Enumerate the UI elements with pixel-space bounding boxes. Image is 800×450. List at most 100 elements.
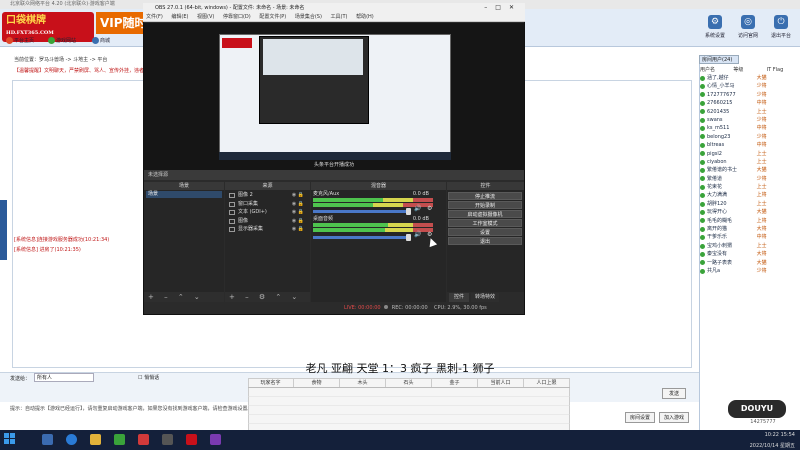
tab-controls[interactable]: 控件 [449, 293, 469, 302]
column-header[interactable]: IT Flag [767, 66, 800, 74]
eye-icon[interactable]: ◉ 🔒 [292, 191, 304, 200]
taskbar-app-icon[interactable] [186, 434, 197, 445]
eye-icon[interactable]: ◉ 🔒 [292, 217, 304, 226]
settings-button[interactable]: 设置 [448, 228, 522, 236]
scenes-toolbar[interactable]: + – ⌃ ⌄ [144, 292, 224, 302]
sources-toolbar[interactable]: + – ⚙ ⌃ ⌄ [225, 292, 310, 302]
menu-edit[interactable]: 编辑(E) [171, 14, 188, 20]
join-game-button[interactable]: 加入游戏 [659, 412, 689, 423]
volume-slider-knob[interactable] [406, 234, 411, 241]
speaker-icon[interactable]: 🔊 [414, 205, 421, 212]
windows-start-icon[interactable] [4, 433, 16, 445]
obs-icon[interactable] [162, 434, 173, 445]
user-name: 6201435 [707, 108, 730, 115]
system-settings-button[interactable]: ⚙ 系统设置 [700, 12, 730, 44]
volume-slider[interactable] [313, 236, 409, 239]
user-list-item[interactable]: 花束花 上士 [700, 183, 800, 191]
exit-button[interactable]: 退出 [448, 237, 522, 245]
user-list-item[interactable]: ciyabon 上士 [700, 158, 800, 166]
speaker-icon[interactable]: 🔊 [414, 231, 421, 238]
volume-slider-knob[interactable] [406, 208, 411, 215]
user-list-item[interactable]: 共凡a 少将 [700, 267, 800, 275]
stop-streaming-button[interactable]: 停止推流 [448, 192, 522, 200]
nav-games[interactable]: 游戏网站 [48, 36, 76, 46]
tab-room-users[interactable]: 房间用户(24) [699, 55, 739, 64]
user-list-item[interactable]: 27660215 中将 [700, 99, 800, 107]
exit-platform-button[interactable]: ⏻ 退出平台 [766, 12, 796, 44]
menu-tools[interactable]: 工具(T) [331, 14, 348, 20]
obs-statusbar: LIVE: 00:00:00 REC: 00:00:00 CPU: 2.9%, … [144, 303, 524, 314]
user-list-item[interactable]: swans 少将 [700, 116, 800, 124]
user-list-item[interactable]: 心情_小羊马 少将 [700, 82, 800, 90]
nav-home-label: 平台主页 [14, 38, 35, 44]
window-controls[interactable]: –□✕ [484, 3, 522, 13]
user-list-item[interactable]: 大力满满 上将 [700, 191, 800, 199]
user-list-item[interactable]: 一路子表表 大猫 [700, 259, 800, 267]
source-item[interactable]: 文本 (GDI+) ◉ 🔒 [226, 208, 308, 217]
source-item[interactable]: 图像 2 ◉ 🔒 [226, 191, 308, 200]
menu-file[interactable]: 文件(F) [146, 14, 163, 20]
private-label: 悄悄话 [144, 375, 160, 381]
studio-mode-button[interactable]: 工作室模式 [448, 219, 522, 227]
nav-shop[interactable]: 商城 [92, 36, 110, 46]
user-list-item[interactable]: belong23 少将 [700, 133, 800, 141]
eye-icon[interactable]: ◉ 🔒 [292, 225, 304, 234]
dock-header-controls: 控件 [447, 182, 524, 190]
private-checkbox[interactable]: ☐ 悄悄话 [138, 374, 159, 381]
user-list-item[interactable]: 繁倦道 少将 [700, 175, 800, 183]
user-list-item[interactable]: 胡胖120 上士 [700, 200, 800, 208]
source-item[interactable]: 图像 ◉ 🔒 [226, 217, 308, 226]
user-rank: 大将 [756, 251, 767, 258]
user-name: 秦宝没有 [707, 251, 728, 258]
gear-icon[interactable]: ⚙ [427, 205, 432, 212]
tab-transitions[interactable]: 转场特效 [471, 293, 499, 302]
user-list-item[interactable]: 玩得开心 大猫 [700, 208, 800, 216]
start-recording-button[interactable]: 开始录制 [448, 201, 522, 209]
user-status-icon [700, 201, 705, 207]
user-list-item[interactable]: 6201435 上士 [700, 108, 800, 116]
user-list-item[interactable]: 秦宝没有 大将 [700, 250, 800, 258]
game-platform-icon[interactable] [138, 434, 149, 445]
eye-icon[interactable]: ◉ 🔒 [292, 200, 304, 209]
user-list-item[interactable]: 干爹乐乐 中将 [700, 233, 800, 241]
recipient-select[interactable]: 所有人 [34, 373, 94, 382]
menu-help[interactable]: 帮助(H) [356, 14, 374, 20]
virtual-camera-button[interactable]: 启动虚拟摄像机 [448, 210, 522, 218]
menu-profile[interactable]: 配置文件(P) [259, 14, 286, 20]
nav-home[interactable]: 平台主页 [6, 36, 34, 46]
chat-line: [系统信息]连接游戏服务器成功(10:21:34) [14, 237, 110, 243]
official-site-button[interactable]: ◎ 访问官网 [733, 12, 763, 44]
taskbar-app-icon[interactable] [42, 434, 53, 445]
user-list-item[interactable]: pigsl2 上士 [700, 150, 800, 158]
user-list-item[interactable]: 毛毛的糊毛 上将 [700, 217, 800, 225]
room-settings-button[interactable]: 房间设置 [625, 412, 655, 423]
user-rank: 上将 [756, 217, 767, 224]
menu-docks[interactable]: 停靠窗口(D) [223, 14, 251, 20]
user-list-item[interactable]: bltreas 中将 [700, 141, 800, 149]
scene-item[interactable]: 场景 [146, 191, 222, 198]
dock-header-sources: 来源 [225, 182, 310, 190]
user-list-item[interactable]: ks_m511 中将 [700, 124, 800, 132]
folder-icon[interactable] [90, 434, 101, 445]
exit-icon: ⏻ [774, 15, 788, 29]
side-tab[interactable] [0, 200, 7, 260]
user-list-item[interactable]: 172777677 少将 [700, 91, 800, 99]
eye-icon[interactable]: ◉ 🔒 [292, 208, 304, 217]
menu-scene-collection[interactable]: 场景集合(S) [295, 14, 322, 20]
obs-title: OBS 27.0.1 (64-bit, windows) - 配置文件: 未命名… [155, 5, 305, 11]
menu-view[interactable]: 视图(V) [197, 14, 214, 20]
source-item[interactable]: 窗口采集 ◉ 🔒 [226, 200, 308, 209]
column-header[interactable]: 等级 [733, 66, 766, 74]
channel-db: 0.0 dB [412, 216, 429, 222]
column-header[interactable]: 用户名 [700, 66, 733, 74]
browser-icon[interactable] [66, 434, 77, 445]
volume-slider[interactable] [313, 210, 409, 213]
user-list-item[interactable]: 离开的猫 大将 [700, 225, 800, 233]
user-list-item[interactable]: 涵了,越仔 大猫 [700, 74, 800, 82]
user-list-item[interactable]: 繁倦谱的书士 大猫 [700, 166, 800, 174]
source-item[interactable]: 显示器采集 ◉ 🔒 [226, 225, 308, 234]
taskbar-app-icon[interactable] [210, 434, 221, 445]
send-button[interactable]: 发送 [662, 388, 686, 399]
wechat-icon[interactable] [114, 434, 125, 445]
user-list-item[interactable]: 宝鸡小刺猬 上士 [700, 242, 800, 250]
